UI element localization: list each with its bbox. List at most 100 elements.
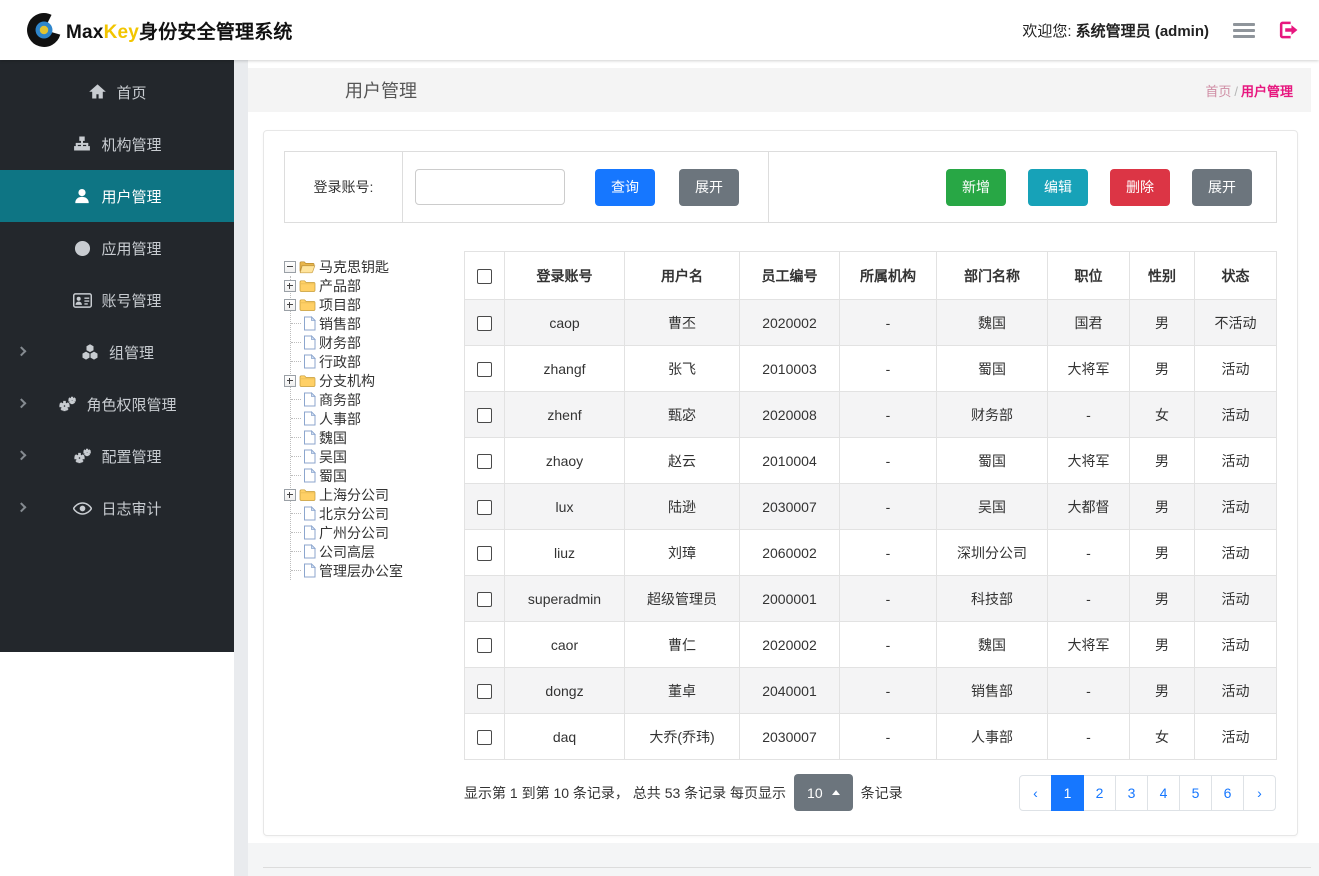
- table-cell: 男: [1129, 529, 1195, 576]
- gears-icon: [57, 396, 77, 412]
- tree-node[interactable]: 管理层办公室: [291, 561, 464, 580]
- pager-next-button[interactable]: ›: [1243, 774, 1276, 811]
- row-checkbox[interactable]: [477, 315, 492, 331]
- sidebar-gap: [234, 60, 248, 876]
- tree-expand-toggle[interactable]: [284, 298, 296, 311]
- sidebar-item-roles[interactable]: 角色权限管理: [0, 378, 234, 430]
- table-row[interactable]: liuz 刘璋 2060002- 深圳分公司 - 男活动: [464, 529, 1277, 576]
- tree-node[interactable]: 行政部: [291, 352, 464, 371]
- tree-node-label: 管理层办公室: [319, 562, 403, 579]
- table-cell: -: [839, 299, 937, 346]
- row-checkbox[interactable]: [477, 683, 492, 699]
- tree-expand-toggle[interactable]: [284, 279, 296, 292]
- table-cell: 男: [1129, 437, 1195, 484]
- tree-connector: [291, 475, 301, 476]
- tree-node[interactable]: 商务部: [291, 390, 464, 409]
- tree-node[interactable]: 公司高层: [291, 542, 464, 561]
- search-expand-button[interactable]: 展开: [679, 168, 739, 206]
- tree-node[interactable]: 蜀国: [291, 466, 464, 485]
- sidebar-item-users[interactable]: 用户管理: [0, 170, 234, 222]
- page-button-5[interactable]: 5: [1179, 774, 1212, 811]
- tree-node[interactable]: 上海分公司: [284, 485, 464, 504]
- tree-collapse-toggle[interactable]: [284, 260, 296, 273]
- table-row[interactable]: lux 陆逊 2030007- 吴国 大都督男活动: [464, 483, 1277, 530]
- row-checkbox[interactable]: [477, 453, 492, 469]
- page-button-6[interactable]: 6: [1211, 774, 1244, 811]
- home-icon: [87, 84, 107, 100]
- table-cell: 2010004: [739, 437, 840, 484]
- menu-toggle-icon[interactable]: [1233, 22, 1255, 38]
- tree-node[interactable]: 财务部: [291, 333, 464, 352]
- table-cell: 2010003: [739, 345, 840, 392]
- tree-node[interactable]: 吴国: [291, 447, 464, 466]
- table-cell: 董卓: [624, 667, 740, 714]
- table-row[interactable]: zhangf 张飞 2010003- 蜀国 大将军男活动: [464, 345, 1277, 392]
- toolbar-expand-button[interactable]: 展开: [1192, 168, 1252, 206]
- sidebar-item-org[interactable]: 机构管理: [0, 118, 234, 170]
- tree-node[interactable]: 分支机构: [284, 371, 464, 390]
- row-checkbox[interactable]: [477, 729, 492, 745]
- tree-root-node[interactable]: 马克思钥匙: [284, 257, 464, 276]
- tree-node[interactable]: 人事部: [291, 409, 464, 428]
- tree-node[interactable]: 项目部: [284, 295, 464, 314]
- add-button[interactable]: 新增: [946, 168, 1006, 206]
- tree-connector: [291, 456, 301, 457]
- tree-node[interactable]: 销售部: [291, 314, 464, 333]
- sidebar-item-label: 角色权限管理: [86, 396, 177, 414]
- sidebar-item-apps[interactable]: 应用管理: [0, 222, 234, 274]
- table-row[interactable]: zhenf 甄宓 2020008- 财务部 - 女活动: [464, 391, 1277, 438]
- page-button-4[interactable]: 4: [1147, 774, 1180, 811]
- sidebar-item-accounts[interactable]: 账号管理: [0, 274, 234, 326]
- page-size-dropdown[interactable]: 10: [794, 774, 853, 811]
- row-checkbox[interactable]: [477, 499, 492, 515]
- sidebar-item-home[interactable]: 首页: [0, 66, 234, 118]
- tree-node-label: 上海分公司: [319, 486, 389, 503]
- table-cell: 2020002: [739, 621, 840, 668]
- table-row[interactable]: zhaoy 赵云 2010004- 蜀国 大将军男活动: [464, 437, 1277, 484]
- logout-icon[interactable]: [1279, 21, 1299, 39]
- select-all-checkbox[interactable]: [477, 268, 492, 284]
- tree-node[interactable]: 北京分公司: [291, 504, 464, 523]
- tree-expand-toggle[interactable]: [284, 488, 296, 501]
- tree-node[interactable]: 广州分公司: [291, 523, 464, 542]
- pager-prev-button[interactable]: ‹: [1019, 774, 1052, 811]
- page-button-3[interactable]: 3: [1115, 774, 1148, 811]
- file-icon: [303, 430, 316, 445]
- table-row[interactable]: superadmin 超级管理员 2000001- 科技部 - 男活动: [464, 575, 1277, 622]
- welcome-text: 欢迎您: 系统管理员 (admin): [1022, 22, 1209, 40]
- row-checkbox[interactable]: [477, 637, 492, 653]
- folder-icon: [299, 298, 316, 312]
- table-cell: 男: [1129, 575, 1195, 622]
- page-title: 用户管理: [345, 81, 417, 101]
- page-button-2[interactable]: 2: [1083, 774, 1116, 811]
- table-row[interactable]: dongz 董卓 2040001- 销售部 - 男活动: [464, 667, 1277, 714]
- row-checkbox[interactable]: [477, 407, 492, 423]
- footer: [248, 843, 1319, 876]
- table-row[interactable]: caop 曹丕 2020002- 魏国 国君男不活动: [464, 299, 1277, 346]
- sidebar-item-groups[interactable]: 组管理: [0, 326, 234, 378]
- row-checkbox[interactable]: [477, 545, 492, 561]
- table-cell: 活动: [1194, 667, 1277, 714]
- login-account-input[interactable]: [415, 169, 565, 205]
- page-button-1[interactable]: 1: [1051, 774, 1084, 811]
- tree-expand-toggle[interactable]: [284, 374, 296, 387]
- query-button[interactable]: 查询: [595, 168, 655, 206]
- sidebar-item-config[interactable]: 配置管理: [0, 430, 234, 482]
- table-cell: 赵云: [624, 437, 740, 484]
- table-row[interactable]: caor 曹仁 2020002- 魏国 大将军男活动: [464, 621, 1277, 668]
- tree-node-label: 公司高层: [319, 543, 375, 560]
- row-checkbox[interactable]: [477, 591, 492, 607]
- breadcrumb-home-link[interactable]: 首页: [1205, 84, 1231, 99]
- table-cell: 大都督: [1047, 483, 1130, 530]
- tree-node[interactable]: 产品部: [284, 276, 464, 295]
- tree-node[interactable]: 魏国: [291, 428, 464, 447]
- sidebar-item-audit[interactable]: 日志审计: [0, 482, 234, 534]
- row-checkbox[interactable]: [477, 361, 492, 377]
- tree-connector: [291, 532, 301, 533]
- delete-button[interactable]: 删除: [1110, 168, 1170, 206]
- table-cell: 2000001: [739, 575, 840, 622]
- folder-open-icon: [299, 260, 316, 274]
- table-cell: -: [839, 667, 937, 714]
- table-row[interactable]: daq 大乔(乔玮) 2030007- 人事部 - 女活动: [464, 713, 1277, 760]
- edit-button[interactable]: 编辑: [1028, 168, 1088, 206]
